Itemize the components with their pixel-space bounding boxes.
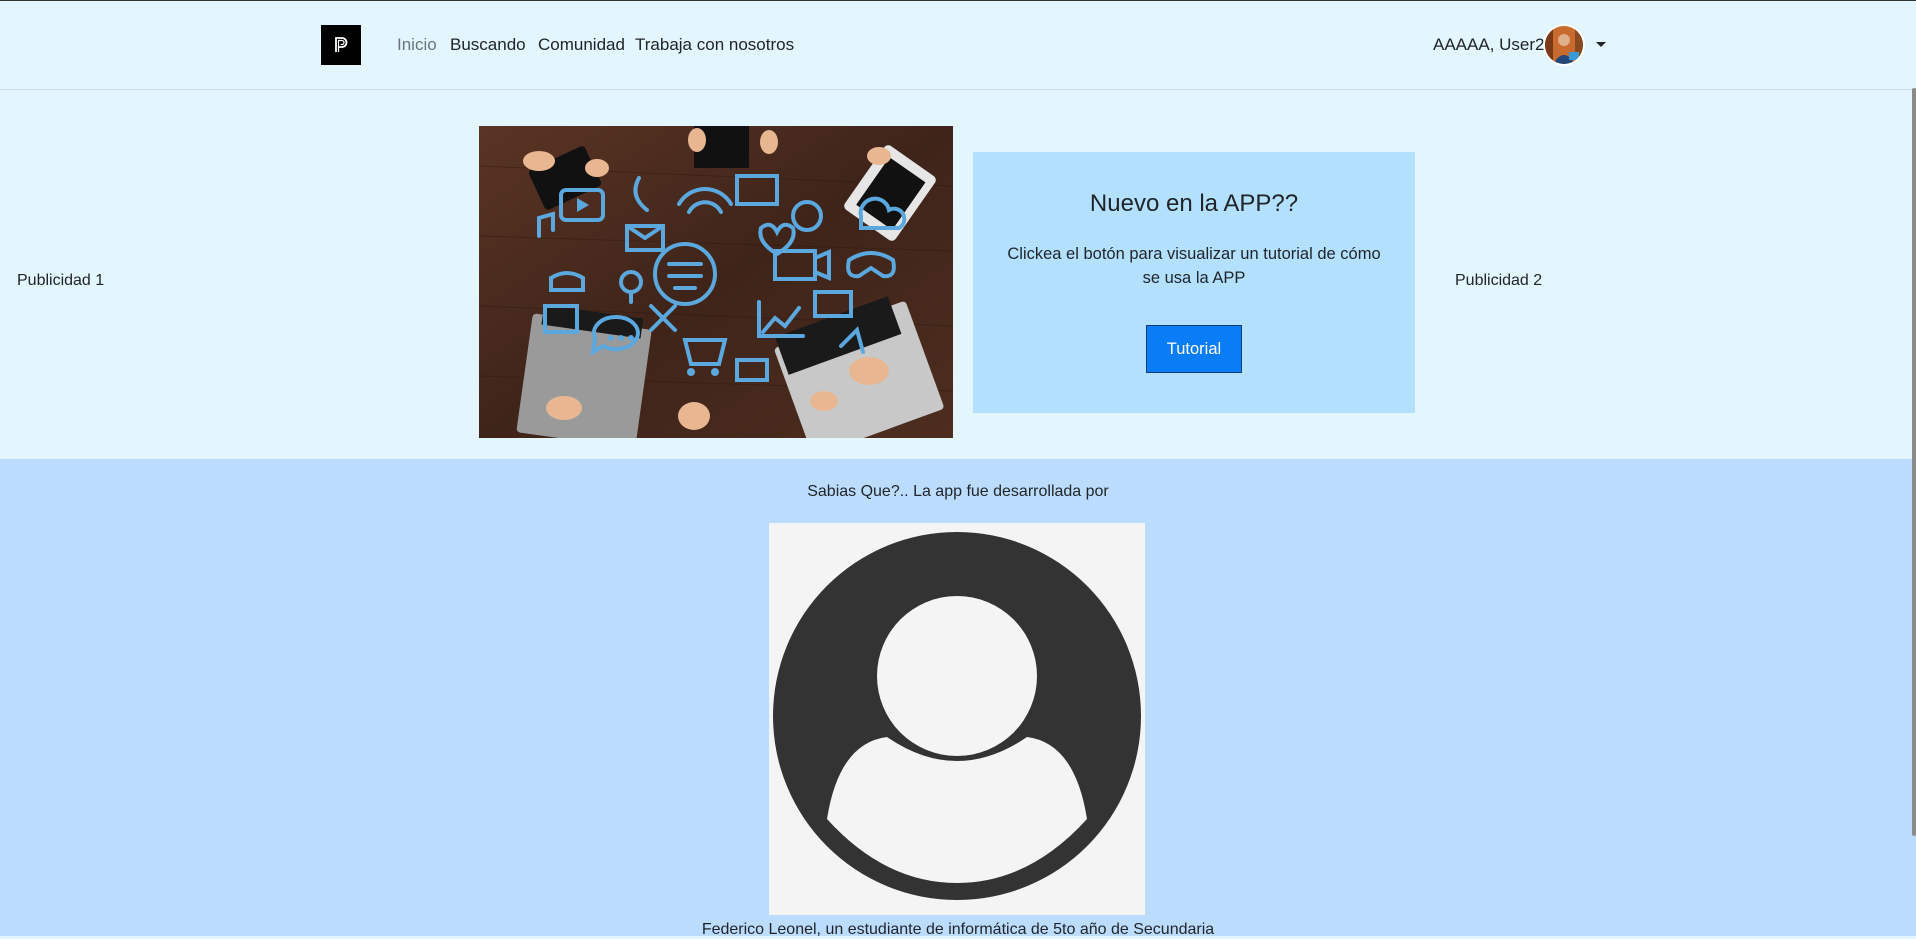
- hero-technology-image: [479, 126, 953, 438]
- user-avatar-icon[interactable]: [1543, 24, 1585, 66]
- tutorial-button[interactable]: Tutorial: [1146, 325, 1242, 373]
- navbar: Inicio Buscando Comunidad Trabaja con no…: [0, 1, 1916, 90]
- tutorial-card: Nuevo en la APP?? Clickea el botón para …: [973, 152, 1415, 413]
- ad-right: Publicidad 2: [1455, 272, 1543, 289]
- default-profile-icon: [769, 523, 1145, 915]
- fact-text: Sabias Que?.. La app fue desarrollada po…: [807, 483, 1109, 500]
- nav-link-comunidad[interactable]: Comunidad: [538, 35, 625, 55]
- ad-left: Publicidad 1: [17, 272, 105, 289]
- developer-caption: Federico Leonel, un estudiante de inform…: [701, 921, 1215, 938]
- card-text: Clickea el botón para visualizar un tuto…: [1007, 245, 1381, 287]
- caret-down-icon[interactable]: [1596, 42, 1606, 47]
- nav-link-inicio[interactable]: Inicio: [397, 35, 437, 55]
- nav-link-trabaja[interactable]: Trabaja con nosotros: [635, 35, 794, 55]
- brand-logo-icon[interactable]: [321, 25, 361, 65]
- about-section: Sabias Que?.. La app fue desarrollada po…: [0, 459, 1916, 938]
- scrollbar[interactable]: [1912, 88, 1916, 836]
- user-greeting[interactable]: AAAAA, User2: [1433, 35, 1545, 55]
- card-title: Nuevo en la APP??: [1089, 190, 1299, 217]
- nav-link-buscando[interactable]: Buscando: [450, 35, 526, 55]
